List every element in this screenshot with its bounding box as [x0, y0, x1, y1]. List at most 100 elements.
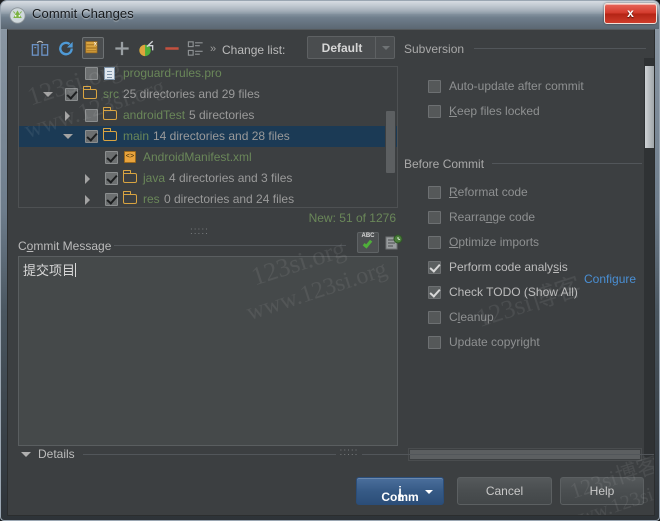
chevron-down-icon[interactable]	[63, 132, 73, 141]
tree-row-checkbox[interactable]	[85, 130, 98, 143]
dialog-content: x » Change list: Default Subversion prog…	[7, 29, 655, 516]
message-history-icon[interactable]	[385, 234, 403, 251]
delete-icon[interactable]	[162, 39, 182, 58]
help-button-label: Help	[589, 484, 615, 498]
xml-glyph: <>	[124, 151, 136, 163]
chevron-right-icon[interactable]	[83, 174, 92, 184]
subversion-checkbox[interactable]	[428, 105, 441, 118]
cancel-button[interactable]: Cancel	[457, 477, 552, 505]
close-icon: x	[627, 6, 634, 20]
folder-icon	[102, 128, 118, 143]
tree-row-name: src	[103, 87, 119, 101]
changelist-select[interactable]: Default	[307, 36, 395, 59]
commit-message-divider	[114, 245, 346, 246]
tree-row-name: java	[143, 171, 166, 185]
android-studio-icon	[9, 7, 26, 24]
before-commit-checkbox[interactable]	[428, 186, 441, 199]
chevron-down-icon[interactable]	[425, 490, 433, 494]
folder-glyph	[82, 86, 97, 99]
folder-glyph	[122, 170, 137, 183]
tree-row-checkbox[interactable]	[105, 193, 118, 206]
before-commit-checkbox[interactable]	[428, 336, 441, 349]
folder-glyph	[122, 191, 137, 204]
dialog-scrollbar-thumb[interactable]	[645, 66, 654, 148]
tree-row-checkbox[interactable]	[105, 172, 118, 185]
tree-row-name: proguard-rules.pro	[123, 66, 222, 80]
group-by-icon[interactable]: x	[82, 37, 104, 59]
before-commit-label: Reformat code	[449, 185, 528, 199]
xml-icon: <>	[123, 150, 138, 164]
tree-row-checkbox[interactable]	[65, 88, 78, 101]
dialog-vertical-scrollbar[interactable]	[644, 58, 654, 458]
commit-message-input[interactable]: 提交项目	[18, 256, 398, 446]
subversion-section-title: Subversion	[404, 42, 465, 56]
changed-files-tree[interactable]: proguard-rules.pro src 25 directories and …	[18, 66, 398, 208]
chevron-down-icon[interactable]	[21, 452, 31, 457]
tree-row[interactable]: proguard-rules.pro	[19, 66, 397, 84]
before-commit-checkbox[interactable]	[428, 311, 441, 324]
before-commit-checkbox[interactable]	[428, 211, 441, 224]
tree-row[interactable]: <> AndroidManifest.xml	[19, 147, 397, 168]
before-commit-checkbox[interactable]	[428, 261, 441, 274]
folder-glyph	[102, 128, 117, 141]
changes-toolbar: x » Change list: Default Subversion	[8, 30, 654, 66]
close-button[interactable]: x	[604, 3, 657, 24]
chevron-right-icon[interactable]	[63, 111, 72, 121]
chevron-down-icon[interactable]	[375, 37, 394, 58]
tree-row-checkbox[interactable]	[85, 67, 98, 80]
details-label[interactable]: Details	[38, 447, 75, 461]
tree-row-name: main	[123, 129, 150, 143]
commit-changes-window: Commit Changes x x » Change list: Defaul…	[0, 0, 660, 521]
details-section: Details :::::	[18, 447, 654, 463]
configure-link[interactable]: Configure	[584, 272, 642, 286]
before-commit-divider	[492, 163, 642, 164]
tree-row-info: 4 directories and 3 files	[169, 171, 293, 185]
tree-row[interactable]: src 25 directories and 29 files	[19, 84, 397, 105]
tree-splitter-grip[interactable]: :::::	[190, 227, 216, 237]
commit-button[interactable]: Comm i t	[356, 477, 444, 505]
toolbar-overflow-icon[interactable]: »	[210, 43, 216, 55]
cancel-button-label: Cancel	[485, 484, 524, 498]
before-commit-checkbox[interactable]	[428, 236, 441, 249]
tree-row-info: 25 directories and 29 files	[123, 87, 260, 101]
tree-row-info: 14 directories and 28 files	[153, 129, 290, 143]
folder-icon	[122, 170, 138, 185]
details-divider	[83, 454, 654, 455]
tree-scrollbar-thumb[interactable]	[386, 111, 395, 173]
move-to-changelist-icon[interactable]	[136, 39, 156, 58]
before-commit-checkbox[interactable]	[428, 286, 441, 299]
subversion-label: Auto-update after commit	[449, 79, 584, 93]
tree-row[interactable]: main 14 directories and 28 files	[19, 126, 397, 147]
tree-row-checkbox[interactable]	[105, 151, 118, 164]
chevron-down-icon[interactable]	[43, 90, 53, 99]
refresh-icon[interactable]	[56, 39, 76, 58]
tree-row-name: res	[143, 192, 160, 206]
tree-row[interactable]: res 0 directories and 24 files	[19, 189, 397, 207]
add-icon[interactable]	[112, 39, 132, 58]
tree-row[interactable]: androidTest 5 directories	[19, 105, 397, 126]
new-files-count: New: 51 of 1276	[308, 211, 396, 225]
tree-vertical-scrollbar[interactable]	[385, 68, 396, 206]
folder-glyph	[102, 107, 117, 120]
changelist-label: Change list:	[222, 43, 286, 57]
before-commit-label: Update copyright	[449, 335, 540, 349]
help-button[interactable]: Help	[560, 477, 644, 505]
window-titlebar[interactable]: Commit Changes x	[1, 1, 659, 29]
before-commit-section-title: Before Commit	[404, 157, 485, 171]
commit-message-label: Commit Message	[18, 239, 112, 253]
file-icon	[103, 67, 118, 80]
subversion-checkbox[interactable]	[428, 80, 441, 93]
folder-icon	[122, 191, 138, 206]
show-diff-icon[interactable]	[30, 39, 50, 58]
before-commit-label: Cleanup	[449, 310, 494, 324]
folder-icon	[82, 86, 98, 101]
spellcheck-icon[interactable]: ABC	[357, 232, 379, 253]
tree-row-checkbox[interactable]	[85, 109, 98, 122]
chevron-right-icon[interactable]	[83, 195, 92, 205]
details-splitter-grip[interactable]: :::::	[336, 448, 362, 458]
tree-row[interactable]: java 4 directories and 3 files	[19, 168, 397, 189]
window-title: Commit Changes	[32, 6, 134, 21]
subversion-label: Keep files locked	[449, 104, 540, 118]
expand-collapse-icon[interactable]	[186, 39, 206, 58]
folder-icon	[102, 107, 118, 122]
